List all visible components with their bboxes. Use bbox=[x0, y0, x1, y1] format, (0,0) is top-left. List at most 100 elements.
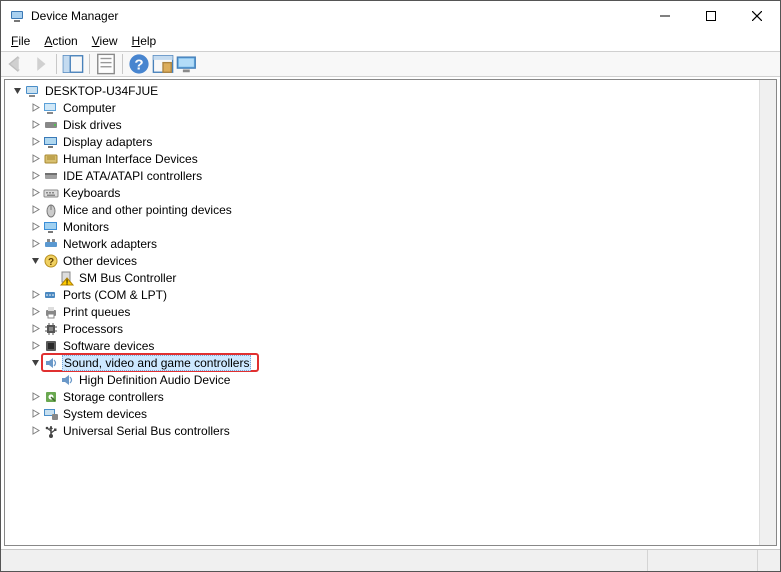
menu-view[interactable]: View bbox=[86, 33, 124, 49]
menu-help[interactable]: Help bbox=[126, 33, 163, 49]
expander-icon[interactable] bbox=[27, 100, 43, 116]
tree-item-print-queues[interactable]: Print queues bbox=[5, 303, 776, 320]
svg-text:?: ? bbox=[134, 57, 143, 74]
titlebar: Device Manager bbox=[1, 1, 780, 31]
system-icon bbox=[43, 406, 59, 422]
usb-icon bbox=[43, 423, 59, 439]
tree-item-hd-audio[interactable]: High Definition Audio Device bbox=[5, 371, 776, 388]
keyboard-icon bbox=[43, 185, 59, 201]
tree-item-mice[interactable]: Mice and other pointing devices bbox=[5, 201, 776, 218]
expander-icon[interactable] bbox=[27, 406, 43, 422]
network-icon bbox=[43, 236, 59, 252]
tree-item-processors[interactable]: Processors bbox=[5, 320, 776, 337]
status-cell bbox=[758, 550, 780, 571]
toolbar-separator bbox=[56, 54, 57, 74]
ports-icon bbox=[43, 287, 59, 303]
menu-file[interactable]: File bbox=[5, 33, 36, 49]
tree-item-label: Network adapters bbox=[63, 237, 157, 251]
tree-item-network[interactable]: Network adapters bbox=[5, 235, 776, 252]
tree-item-label: Disk drives bbox=[63, 118, 122, 132]
sound-icon bbox=[43, 355, 59, 371]
expander-icon[interactable] bbox=[27, 287, 43, 303]
tree-item-label: Sound, video and game controllers bbox=[62, 355, 251, 371]
tree-item-label: Print queues bbox=[63, 305, 130, 319]
toolbar-properties-button[interactable] bbox=[95, 53, 117, 75]
expander-icon[interactable] bbox=[9, 83, 25, 99]
expander-icon[interactable] bbox=[27, 185, 43, 201]
tree-item-ports[interactable]: Ports (COM & LPT) bbox=[5, 286, 776, 303]
other-devices-icon: ? bbox=[43, 253, 59, 269]
tree-item-disk-drives[interactable]: Disk drives bbox=[5, 116, 776, 133]
hid-icon bbox=[43, 151, 59, 167]
expander-icon[interactable] bbox=[27, 151, 43, 167]
vertical-scrollbar[interactable] bbox=[759, 80, 776, 545]
menubar: File Action View Help bbox=[1, 31, 780, 51]
tree-item-label: Computer bbox=[63, 101, 116, 115]
toolbar-monitor-button[interactable] bbox=[176, 53, 198, 75]
toolbar-show-hide-tree-button[interactable] bbox=[62, 53, 84, 75]
svg-text:?: ? bbox=[48, 257, 54, 268]
tree-item-label: Display adapters bbox=[63, 135, 152, 149]
tree-item-label: Software devices bbox=[63, 339, 154, 353]
minimize-button[interactable] bbox=[642, 1, 688, 31]
expander-icon[interactable] bbox=[27, 321, 43, 337]
toolbar-forward-button[interactable] bbox=[29, 53, 51, 75]
close-button[interactable] bbox=[734, 1, 780, 31]
tree-item-other-devices[interactable]: ? Other devices bbox=[5, 252, 776, 269]
warning-device-icon: ! bbox=[59, 270, 75, 286]
expander-icon[interactable] bbox=[27, 236, 43, 252]
toolbar-help-button[interactable]: ? bbox=[128, 53, 150, 75]
tree-root[interactable]: DESKTOP-U34FJUE bbox=[5, 82, 776, 99]
toolbar-scan-button[interactable] bbox=[152, 53, 174, 75]
tree-item-sound[interactable]: Sound, video and game controllers bbox=[5, 354, 776, 371]
window-title: Device Manager bbox=[31, 9, 642, 23]
tree-item-label: Human Interface Devices bbox=[63, 152, 198, 166]
tree-item-label: SM Bus Controller bbox=[79, 271, 176, 285]
tree-item-display-adapters[interactable]: Display adapters bbox=[5, 133, 776, 150]
tree-item-label: Universal Serial Bus controllers bbox=[63, 424, 230, 438]
app-icon bbox=[9, 8, 25, 24]
tree-item-usb[interactable]: Universal Serial Bus controllers bbox=[5, 422, 776, 439]
highlight-annotation: Sound, video and game controllers bbox=[41, 353, 259, 372]
tree-item-label: Processors bbox=[63, 322, 123, 336]
maximize-button[interactable] bbox=[688, 1, 734, 31]
expander-icon[interactable] bbox=[27, 168, 43, 184]
computer-icon bbox=[43, 100, 59, 116]
tree-item-keyboards[interactable]: Keyboards bbox=[5, 184, 776, 201]
tree-item-computer[interactable]: Computer bbox=[5, 99, 776, 116]
expander-icon[interactable] bbox=[27, 219, 43, 235]
expander-icon[interactable] bbox=[27, 134, 43, 150]
tree-item-ide[interactable]: IDE ATA/ATAPI controllers bbox=[5, 167, 776, 184]
tree-item-label: Keyboards bbox=[63, 186, 120, 200]
tree-item-hid[interactable]: Human Interface Devices bbox=[5, 150, 776, 167]
sound-icon bbox=[59, 372, 75, 388]
menu-action[interactable]: Action bbox=[38, 33, 83, 49]
tree-item-software-devices[interactable]: Software devices bbox=[5, 337, 776, 354]
disk-icon bbox=[43, 117, 59, 133]
expander-icon[interactable] bbox=[27, 253, 43, 269]
expander-icon[interactable] bbox=[27, 338, 43, 354]
status-cell bbox=[648, 550, 758, 571]
tree-item-label: IDE ATA/ATAPI controllers bbox=[63, 169, 202, 183]
tree-item-system[interactable]: System devices bbox=[5, 405, 776, 422]
tree-item-monitors[interactable]: Monitors bbox=[5, 218, 776, 235]
tree-item-label: Monitors bbox=[63, 220, 109, 234]
expander-icon[interactable] bbox=[27, 117, 43, 133]
expander-icon[interactable] bbox=[27, 389, 43, 405]
device-tree-pane[interactable]: DESKTOP-U34FJUE Computer Disk drives Dis… bbox=[4, 79, 777, 546]
mouse-icon bbox=[43, 202, 59, 218]
expander-icon[interactable] bbox=[27, 304, 43, 320]
storage-icon bbox=[43, 389, 59, 405]
tree-item-sm-bus[interactable]: ! SM Bus Controller bbox=[5, 269, 776, 286]
toolbar-back-button[interactable] bbox=[5, 53, 27, 75]
tree-root-label: DESKTOP-U34FJUE bbox=[45, 84, 158, 98]
ide-icon bbox=[43, 168, 59, 184]
software-icon bbox=[43, 338, 59, 354]
tree-item-storage[interactable]: Storage controllers bbox=[5, 388, 776, 405]
processor-icon bbox=[43, 321, 59, 337]
status-cell bbox=[1, 550, 648, 571]
tree-item-label: High Definition Audio Device bbox=[79, 373, 230, 387]
expander-icon[interactable] bbox=[27, 202, 43, 218]
expander-icon[interactable] bbox=[27, 423, 43, 439]
computer-root-icon bbox=[25, 83, 41, 99]
